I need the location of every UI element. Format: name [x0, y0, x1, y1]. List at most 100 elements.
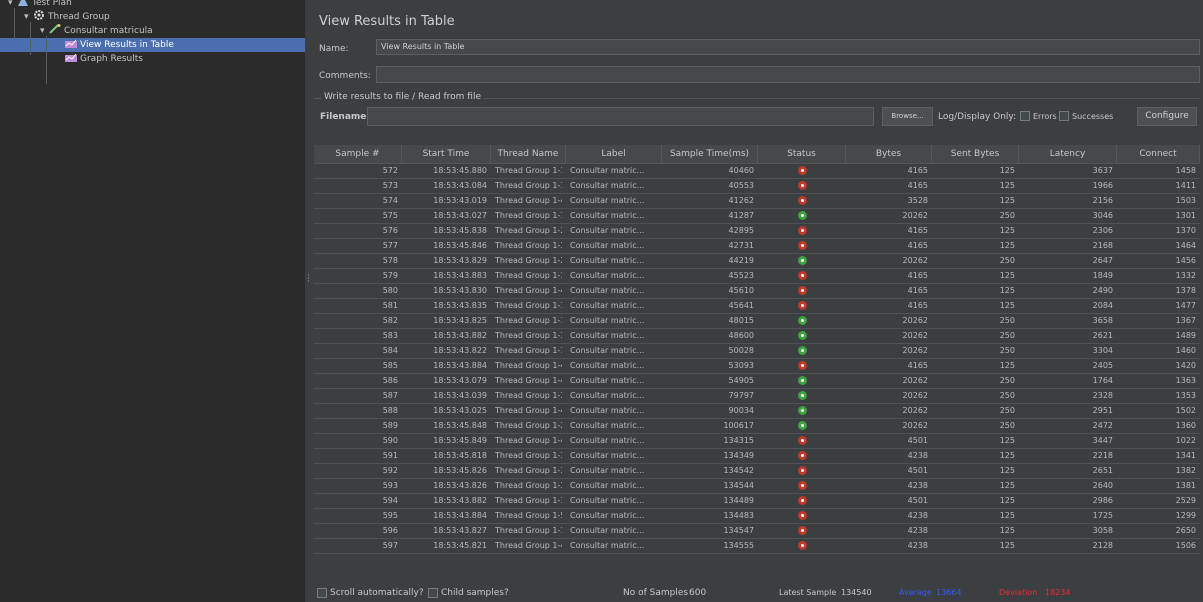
- browse-button[interactable]: Browse...: [882, 107, 933, 126]
- table-cell: Consultar matric...: [570, 451, 645, 460]
- table-cell: Thread Group 1-1...: [495, 526, 562, 535]
- column-header-sent-bytes[interactable]: Sent Bytes: [932, 145, 1019, 163]
- table-cell: 3058: [1092, 526, 1113, 535]
- success-status-icon: [798, 331, 807, 340]
- table-row[interactable]: 584 18:53:43.822 Thread Group 1-1... Consul…: [314, 344, 1200, 359]
- table-cell: 593: [382, 481, 398, 490]
- table-cell: 583: [382, 331, 398, 340]
- table-cell: 1378: [1175, 286, 1196, 295]
- column-header-bytes[interactable]: Bytes: [846, 145, 932, 163]
- expand-arrow-icon[interactable]: ▾: [8, 0, 17, 10]
- column-header-connect-time-ms[interactable]: Connect Time(ms): [1117, 145, 1200, 177]
- table-cell: 4238: [907, 511, 928, 520]
- table-cell: 2472: [1092, 421, 1113, 430]
- test-plan-tree[interactable]: ▾ Test Plan ▾ Thread Group ▾ Consultar matric…: [0, 0, 361, 602]
- table-row[interactable]: 594 18:53:43.882 Thread Group 1-1... Consul…: [314, 494, 1200, 509]
- table-row[interactable]: 577 18:53:45.846 Thread Group 1-3... Consul…: [314, 239, 1200, 254]
- column-header-thread-name[interactable]: Thread Name: [491, 145, 566, 163]
- expand-arrow-icon[interactable]: ▾: [24, 10, 33, 24]
- table-row[interactable]: 579 18:53:43.883 Thread Group 1-14 Consulta…: [314, 269, 1200, 284]
- table-row[interactable]: 573 18:53:43.084 Thread Group 1-1... Consul…: [314, 179, 1200, 194]
- column-header-status[interactable]: Status: [758, 145, 846, 163]
- tree-node-consultar-matricula[interactable]: ▾ Consultar matricula: [0, 24, 153, 38]
- tree-node-thread-group[interactable]: ▾ Thread Group: [0, 10, 110, 24]
- test-plan-icon: [17, 0, 29, 6]
- table-cell: 18:53:43.825: [433, 316, 487, 325]
- table-cell: 1489: [1175, 331, 1196, 340]
- table-row[interactable]: 576 18:53:45.838 Thread Group 1-2... Consul…: [314, 224, 1200, 239]
- table-cell: 1464: [1175, 241, 1196, 250]
- errors-checkbox[interactable]: [1020, 111, 1030, 121]
- table-row[interactable]: 596 18:53:43.827 Thread Group 1-1... Consul…: [314, 524, 1200, 539]
- table-row[interactable]: 593 18:53:43.826 Thread Group 1-3 Consultar…: [314, 479, 1200, 494]
- column-header-latency[interactable]: Latency: [1019, 145, 1117, 163]
- table-row[interactable]: 572 18:53:45.880 Thread Group 1-1... Consul…: [314, 164, 1200, 179]
- name-field[interactable]: View Results in Table: [376, 39, 1200, 55]
- table-row[interactable]: 582 18:53:43.825 Thread Group 1-1... Consul…: [314, 314, 1200, 329]
- table-cell: 54905: [728, 376, 754, 385]
- scroll-automatically-checkbox[interactable]: [317, 588, 327, 598]
- child-samples-checkbox[interactable]: [428, 588, 438, 598]
- table-row[interactable]: 592 18:53:45.826 Thread Group 1-3... Consul…: [314, 464, 1200, 479]
- table-cell: 125: [999, 451, 1015, 460]
- filename-field[interactable]: [367, 107, 874, 126]
- table-cell: Consultar matric...: [570, 166, 645, 175]
- table-cell: 2951: [1092, 406, 1113, 415]
- error-status-icon: [798, 361, 807, 370]
- table-row[interactable]: 588 18:53:43.025 Thread Group 1-4... Consul…: [314, 404, 1200, 419]
- table-row[interactable]: 574 18:53:43.019 Thread Group 1-4... Consul…: [314, 194, 1200, 209]
- table-row[interactable]: 597 18:53:45.821 Thread Group 1-4... Consul…: [314, 539, 1200, 554]
- table-row[interactable]: 587 18:53:43.039 Thread Group 1-3... Consul…: [314, 389, 1200, 404]
- table-cell: 20262: [902, 346, 928, 355]
- tree-node-test-plan[interactable]: ▾ Test Plan: [0, 0, 72, 10]
- tree-node-label: Thread Group: [48, 12, 110, 22]
- column-header-start-time[interactable]: Start Time: [402, 145, 491, 163]
- table-row[interactable]: 578 18:53:43.829 Thread Group 1-2... Consul…: [314, 254, 1200, 269]
- table-cell: 18:53:45.846: [433, 241, 487, 250]
- tree-node-label: Graph Results: [80, 54, 143, 64]
- table-cell: 1301: [1175, 211, 1196, 220]
- table-cell: Consultar matric...: [570, 286, 645, 295]
- table-cell: 578: [382, 256, 398, 265]
- table-cell: 590: [382, 436, 398, 445]
- results-table-body[interactable]: 572 18:53:45.880 Thread Group 1-1... Consul…: [314, 164, 1200, 584]
- success-status-icon: [798, 316, 807, 325]
- column-header-sample-time-ms[interactable]: Sample Time(ms): [662, 145, 758, 163]
- tree-connector-line: [46, 36, 47, 84]
- table-cell: 577: [382, 241, 398, 250]
- table-cell: 4165: [907, 286, 928, 295]
- filename-label: Filename: [320, 112, 367, 122]
- table-cell: 1503: [1175, 196, 1196, 205]
- gear-icon: [33, 10, 45, 20]
- table-row[interactable]: 595 18:53:43.884 Thread Group 1-56 Consulta…: [314, 509, 1200, 524]
- table-cell: 125: [999, 436, 1015, 445]
- expand-arrow-icon[interactable]: ▾: [40, 24, 49, 38]
- table-cell: 574: [382, 196, 398, 205]
- table-row[interactable]: 590 18:53:45.849 Thread Group 1-4... Consul…: [314, 434, 1200, 449]
- table-row[interactable]: 580 18:53:43.830 Thread Group 1-4... Consul…: [314, 284, 1200, 299]
- table-cell: 579: [382, 271, 398, 280]
- table-cell: 4238: [907, 451, 928, 460]
- error-status-icon: [798, 436, 807, 445]
- table-row[interactable]: 585 18:53:43.884 Thread Group 1-4... Consul…: [314, 359, 1200, 374]
- table-row[interactable]: 575 18:53:43.027 Thread Group 1-1... Consul…: [314, 209, 1200, 224]
- table-cell: 2084: [1092, 301, 1113, 310]
- column-header-label[interactable]: Label: [566, 145, 662, 163]
- configure-button[interactable]: Configure: [1137, 107, 1197, 126]
- table-cell: 250: [999, 256, 1015, 265]
- error-status-icon: [798, 511, 807, 520]
- table-row[interactable]: 591 18:53:45.818 Thread Group 1-3... Consul…: [314, 449, 1200, 464]
- divider-grip-icon[interactable]: · · ·: [307, 272, 310, 287]
- column-header-sample[interactable]: Sample #: [314, 145, 402, 163]
- table-row[interactable]: 583 18:53:43.882 Thread Group 1-3... Consul…: [314, 329, 1200, 344]
- comments-field[interactable]: [376, 66, 1200, 83]
- table-row[interactable]: 586 18:53:43.079 Thread Group 1-4... Consul…: [314, 374, 1200, 389]
- table-cell: 18:53:43.827: [433, 526, 487, 535]
- table-cell: 18:53:45.826: [433, 466, 487, 475]
- table-row[interactable]: 589 18:53:45.848 Thread Group 1-2... Consul…: [314, 419, 1200, 434]
- successes-checkbox[interactable]: [1059, 111, 1069, 121]
- table-cell: 2650: [1175, 526, 1196, 535]
- tree-node-graph-results[interactable]: Graph Results: [0, 52, 143, 66]
- table-cell: 134489: [723, 496, 754, 505]
- table-row[interactable]: 581 18:53:43.835 Thread Group 1-1... Consul…: [314, 299, 1200, 314]
